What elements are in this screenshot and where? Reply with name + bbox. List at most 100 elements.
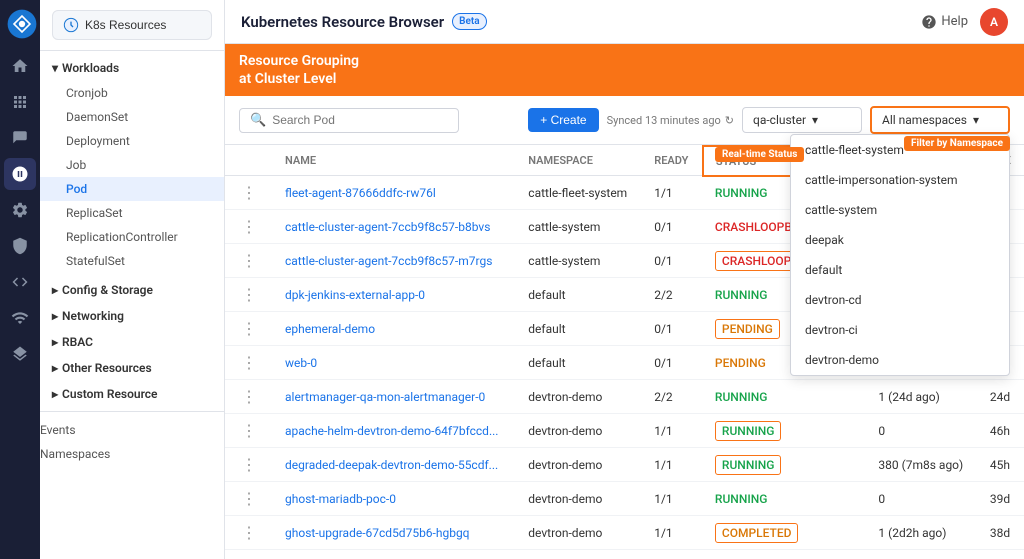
nav-config-icon[interactable] [4,194,36,226]
row-menu-icon[interactable]: ⋮ [237,249,261,272]
row-menu-icon[interactable]: ⋮ [237,385,261,408]
pod-link[interactable]: ghost-mariadb-poc-0 [285,492,396,506]
row-menu-cell: ⋮ [225,312,273,346]
row-menu-icon[interactable]: ⋮ [237,487,261,510]
sidebar-item-statefulset[interactable]: StatefulSet [40,249,224,273]
search-input[interactable] [272,113,448,127]
pod-link[interactable]: degraded-deepak-devtron-demo-55cdf... [285,458,498,472]
row-menu-icon[interactable]: ⋮ [237,283,261,306]
sidebar-item-cronjob[interactable]: Cronjob [40,81,224,105]
namespace-select-wrap: All namespaces ▾ cattle-fleet-system cat… [870,106,1010,134]
main-content: Kubernetes Resource Browser Beta Help A … [225,0,1024,559]
sidebar-item-daemonset[interactable]: DaemonSet [40,105,224,129]
row-menu-cell: ⋮ [225,210,273,244]
chevron-down-icon: ▾ [52,61,58,75]
row-menu-icon[interactable]: ⋮ [237,453,261,476]
nav-security-icon[interactable] [4,230,36,262]
sidebar-item-events[interactable]: Events [40,418,224,442]
refresh-icon[interactable]: ↻ [725,114,734,127]
row-menu-icon[interactable]: ⋮ [237,521,261,544]
col-header-name [225,146,273,176]
search-pod-field[interactable]: 🔍 [239,108,459,133]
sidebar-item-deployment[interactable]: Deployment [40,129,224,153]
sidebar-item-job[interactable]: Job [40,153,224,177]
sidebar-item-replicaset[interactable]: ReplicaSet [40,201,224,225]
ns-option-5[interactable]: devtron-cd [791,285,1009,315]
content-area: Resource Grouping at Cluster Level 🔍 + C… [225,44,1024,559]
workloads-group[interactable]: ▾ Workloads [40,55,224,81]
pod-link[interactable]: ghost-upgrade-67cd5d75b6-hgbgq [285,526,470,540]
status-badge: RUNNING [715,455,782,475]
filter-by-namespace-label: Filter by Namespace [904,136,1010,151]
networking-group[interactable]: ▸ Networking [40,303,224,329]
pod-name-cell: ghost-upgrade-67cd5d75b6-hgbgq [273,516,516,550]
resource-grouping-header: Resource Grouping at Cluster Level [225,44,1024,96]
topbar: Kubernetes Resource Browser Beta Help A [225,0,1024,44]
custom-resource-group[interactable]: ▸ Custom Resource [40,381,224,407]
sidebar-item-pod[interactable]: Pod [40,177,224,201]
pod-link[interactable]: ephemeral-demo [285,322,375,336]
status-badge: RUNNING [715,288,768,302]
pod-link[interactable]: apache-helm-devtron-demo-64f7bfccd... [285,424,498,438]
ns-option-4[interactable]: default [791,255,1009,285]
restarts-cell: 0 [866,482,977,516]
row-menu-icon[interactable]: ⋮ [237,181,261,204]
restarts-cell: 1 (24d ago) [866,380,977,414]
other-resources-group[interactable]: ▸ Other Resources [40,355,224,381]
namespace-cell: cattle-fleet-system [516,176,642,210]
row-menu-icon[interactable]: ⋮ [237,215,261,238]
nav-layers-icon[interactable] [4,338,36,370]
row-menu-icon[interactable]: ⋮ [237,351,261,374]
pod-name-cell: web-0 [273,346,516,380]
beta-badge: Beta [452,13,486,30]
status-cell: RUNNING [703,448,867,482]
pod-link[interactable]: cattle-cluster-agent-7ccb9f8c57-b8bvs [285,220,490,234]
cluster-value: qa-cluster [753,113,806,127]
sidebar-item-namespaces[interactable]: Namespaces [40,442,224,466]
config-storage-group[interactable]: ▸ Config & Storage [40,277,224,303]
restarts-cell: 1 (2d2h ago) [866,516,977,550]
sidebar-item-replicationcontroller[interactable]: ReplicationController [40,225,224,249]
ready-cell: 2/2 [642,380,703,414]
pod-label: Pod [66,182,87,196]
cluster-select[interactable]: qa-cluster ▾ [742,107,862,133]
k8s-resources-button[interactable]: K8s Resources [52,10,212,40]
ns-option-7[interactable]: devtron-demo [791,345,1009,375]
pod-link[interactable]: dpk-jenkins-external-app-0 [285,288,425,302]
sidebar-header: K8s Resources [40,0,224,51]
ns-option-2[interactable]: cattle-system [791,195,1009,225]
chevron-down-icon-cluster: ▾ [812,113,818,127]
pod-link[interactable]: fleet-agent-87666ddfc-rw76l [285,186,436,200]
nav-monitor-icon[interactable] [4,302,36,334]
row-menu-icon[interactable]: ⋮ [237,317,261,340]
app-logo[interactable] [6,8,34,36]
pod-link[interactable]: alertmanager-qa-mon-alertmanager-0 [285,390,485,404]
namespace-select[interactable]: All namespaces ▾ [870,106,1010,134]
ns-option-3[interactable]: deepak [791,225,1009,255]
row-menu-icon[interactable]: ⋮ [237,555,261,559]
help-circle-icon [921,14,937,30]
nav-apps-icon[interactable] [4,86,36,118]
age-cell: 24d [978,380,1024,414]
help-button[interactable]: Help [921,14,968,30]
ns-option-6[interactable]: devtron-ci [791,315,1009,345]
ready-cell: 0/1 [642,210,703,244]
nav-code-icon[interactable] [4,266,36,298]
namespace-cell: cattle-system [516,210,642,244]
rbac-label: RBAC [62,335,93,349]
pod-name-cell: ghost-upgrade-devtron-demo-f9b98b5... [273,550,516,559]
user-avatar[interactable]: A [980,8,1008,36]
rbac-group[interactable]: ▸ RBAC [40,329,224,355]
create-button[interactable]: + Create [528,108,598,132]
namespace-cell: devtron-demo [516,482,642,516]
row-menu-cell: ⋮ [225,278,273,312]
nav-deploy-icon[interactable] [4,122,36,154]
row-menu-icon[interactable]: ⋮ [237,419,261,442]
nav-k8s-icon[interactable] [4,158,36,190]
pod-link[interactable]: web-0 [285,356,317,370]
pod-link[interactable]: cattle-cluster-agent-7ccb9f8c57-m7rgs [285,254,492,268]
namespace-cell: default [516,346,642,380]
nav-home-icon[interactable] [4,50,36,82]
age-cell: 46h [978,414,1024,448]
ns-option-1[interactable]: cattle-impersonation-system [791,165,1009,195]
